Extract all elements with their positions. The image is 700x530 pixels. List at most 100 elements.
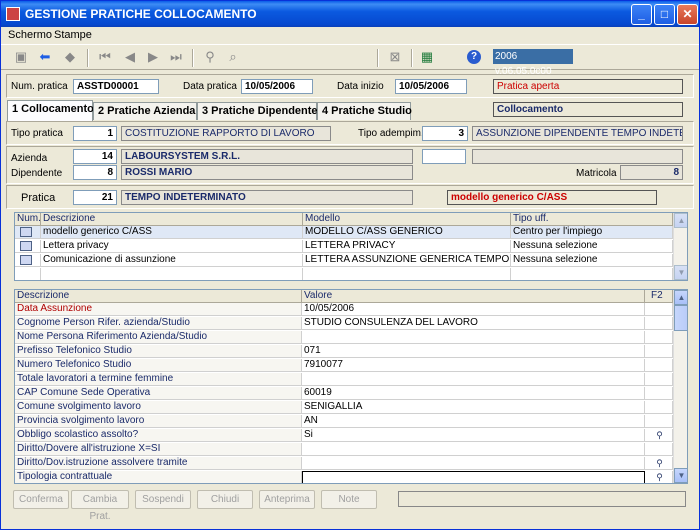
tab-pratiche-azienda[interactable]: 2 Pratiche Azienda (93, 102, 197, 120)
cell-descrizione: Totale lavoratori a termine femmine (15, 373, 302, 386)
minimize-button[interactable]: _ (631, 4, 652, 25)
empty-cell (41, 268, 303, 280)
scroll-down-arrow[interactable]: ▼ (674, 468, 687, 483)
tab-pratiche-studio[interactable]: 4 Pratiche Studio (317, 102, 412, 120)
cell-valore[interactable] (302, 331, 645, 344)
scroll-down-arrow[interactable]: ▼ (674, 265, 687, 280)
row-icon-cell (15, 254, 41, 267)
column-header-valore[interactable]: Valore (302, 290, 645, 303)
note-button[interactable]: Note (321, 490, 377, 509)
models-scrollbar[interactable]: ▲ ▼ (673, 213, 687, 280)
tab-collocamento[interactable]: 1 Collocamento (7, 100, 94, 121)
cell-valore[interactable] (302, 443, 645, 456)
dipendente-code[interactable]: 8 (73, 165, 117, 180)
cell-valore[interactable]: Si (302, 429, 645, 442)
cell-descrizione: Cognome Person Rifer. azienda/Studio (15, 317, 302, 330)
pratica-code[interactable]: 21 (73, 190, 117, 205)
cell-valore[interactable]: 071 (302, 345, 645, 358)
previous-record-icon[interactable]: ◀ (122, 49, 138, 65)
column-header-num[interactable]: Num. (15, 213, 41, 226)
cell-valore[interactable]: 10/05/2006 (302, 303, 645, 316)
back-icon[interactable]: ⬅ (37, 49, 53, 65)
menu-schermo[interactable]: Schermo (8, 29, 52, 41)
scroll-thumb[interactable] (674, 305, 687, 331)
close-button[interactable]: ✕ (677, 4, 698, 25)
main-window: GESTIONE PRATICHE COLLOCAMENTO _ □ ✕ Sch… (0, 0, 700, 530)
azienda-code[interactable]: 14 (73, 149, 117, 164)
last-record-icon[interactable]: ⏭ (168, 49, 184, 65)
zoom-icon[interactable]: ⌕ (225, 49, 241, 65)
azienda-extra-desc (472, 149, 683, 164)
conferma-button[interactable]: Conferma (13, 490, 69, 509)
save-icon[interactable]: ▣ (13, 49, 29, 65)
data-pratica-field[interactable]: 10/05/2006 (241, 79, 313, 94)
empty-cell (511, 268, 673, 280)
binoculars-icon[interactable]: ⚲ (656, 458, 663, 468)
num-pratica-field[interactable]: ASSTD00001 (73, 79, 159, 94)
tipo-adempimento-code[interactable]: 3 (422, 126, 468, 141)
cell-valore[interactable]: 7910077 (302, 359, 645, 372)
cell-descrizione: Obbligo scolastico assolto? (15, 429, 302, 442)
azienda-extra-field[interactable] (422, 149, 466, 164)
cell-descrizione: Diritto/Dovere all'istruzione X=SI (15, 443, 302, 456)
menu-bar: Schermo Stampe (1, 27, 699, 44)
row-icon-cell (15, 240, 41, 253)
column-header-tipo-uff[interactable]: Tipo uff. (511, 213, 673, 226)
binoculars-icon[interactable]: ⚲ (656, 472, 663, 482)
document-icon (20, 255, 32, 265)
cell-f2 (645, 317, 673, 330)
cell-valore[interactable]: SENIGALLIA (302, 401, 645, 414)
anteprima-button[interactable]: Anteprima (259, 490, 315, 509)
column-header-f2[interactable]: F2 (645, 290, 673, 303)
scroll-up-arrow[interactable]: ▲ (674, 290, 687, 305)
document-icon (20, 241, 32, 251)
empty-cell (303, 268, 511, 280)
tab-pratiche-dipendente[interactable]: 3 Pratiche Dipendente (197, 102, 318, 120)
column-header-descrizione[interactable]: Descrizione (15, 290, 302, 303)
help-icon[interactable]: ? (467, 50, 481, 64)
column-header-descrizione[interactable]: Descrizione (41, 213, 303, 226)
cell-descrizione: Prefisso Telefonico Studio (15, 345, 302, 358)
maximize-button[interactable]: □ (654, 4, 675, 25)
scroll-up-arrow[interactable]: ▲ (674, 213, 687, 228)
excel-icon[interactable]: ▦ (419, 49, 435, 65)
tab-title: Collocamento (493, 102, 683, 117)
cell-valore[interactable]: 60019 (302, 387, 645, 400)
azienda-desc: LABOURSYSTEM S.R.L. (121, 149, 413, 164)
toolbar-separator (377, 49, 379, 67)
modello-badge: modello generico C/ASS (447, 190, 657, 205)
cell-valore[interactable] (302, 457, 645, 470)
binoculars-icon[interactable]: ⚲ (202, 49, 218, 65)
cell-f2 (645, 443, 673, 456)
menu-stampe[interactable]: Stampe (54, 29, 92, 41)
title-bar: GESTIONE PRATICHE COLLOCAMENTO _ □ ✕ (1, 1, 699, 27)
tag-icon[interactable]: ◆ (62, 49, 78, 65)
cell-descrizione: Lettera privacy (41, 240, 303, 253)
toolbar-separator (411, 49, 413, 67)
sospendi-button[interactable]: Sospendi (135, 490, 191, 509)
cell-tipo-uff: Centro per l'impiego (511, 226, 673, 239)
column-header-modello[interactable]: Modello (303, 213, 511, 226)
cell-descrizione: CAP Comune Sede Operativa (15, 387, 302, 400)
cell-valore[interactable]: STUDIO CONSULENZA DEL LAVORO (302, 317, 645, 330)
delete-icon[interactable]: ⊠ (387, 49, 403, 65)
models-table: Num. Descrizione Modello Tipo uff. model… (14, 212, 688, 281)
cell-modello: LETTERA ASSUNZIONE GENERICA TEMPO IN (303, 254, 511, 267)
next-record-icon[interactable]: ▶ (145, 49, 161, 65)
chiudi-button[interactable]: Chiudi (197, 490, 253, 509)
values-scrollbar[interactable]: ▲ ▼ (673, 290, 687, 483)
cell-valore[interactable]: AN (302, 415, 645, 428)
azienda-label: Azienda (11, 153, 48, 164)
cell-valore[interactable] (302, 373, 645, 386)
num-pratica-label: Num. pratica (11, 81, 68, 92)
cell-descrizione: Tipologia contrattuale (15, 471, 302, 483)
first-record-icon[interactable]: ⏮ (97, 49, 113, 65)
data-inizio-field[interactable]: 10/05/2006 (395, 79, 467, 94)
tipo-pratica-code[interactable]: 1 (73, 126, 117, 141)
binoculars-icon[interactable]: ⚲ (656, 430, 663, 440)
cell-f2 (645, 415, 673, 428)
cell-descrizione: Data Assunzione (15, 303, 302, 316)
cell-valore[interactable] (302, 471, 645, 483)
cambia-prat-button[interactable]: Cambia Prat. (71, 490, 129, 522)
cell-descrizione: Numero Telefonico Studio (15, 359, 302, 372)
